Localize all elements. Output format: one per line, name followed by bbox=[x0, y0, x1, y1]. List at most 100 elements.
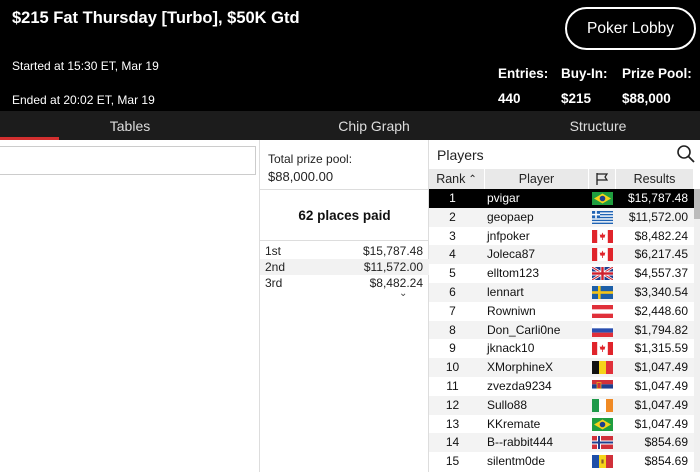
player-row[interactable]: 4 Joleca87 $6,217.45 bbox=[429, 245, 694, 265]
player-row[interactable]: 10 XMorphineX $1,047.49 bbox=[429, 358, 694, 377]
player-rank: 6 bbox=[449, 285, 456, 299]
sort-up-icon: ⌃ bbox=[468, 173, 477, 185]
tournament-header: $215 Fat Thursday [Turbo], $50K Gtd Star… bbox=[0, 0, 700, 111]
payout-amount: $11,572.00 bbox=[363, 260, 423, 274]
players-panel: Players Rank ⌃ Player Results 1 pvigar $15… bbox=[429, 140, 700, 472]
total-prize-pool-value: $88,000.00 bbox=[268, 169, 334, 184]
poker-lobby-button[interactable]: Poker Lobby bbox=[565, 7, 696, 50]
prize-pool-label: Prize Pool: bbox=[622, 66, 692, 81]
player-name: pvigar bbox=[487, 191, 520, 205]
entries-label: Entries: bbox=[498, 66, 549, 81]
divider bbox=[260, 189, 429, 190]
payout-place: 2nd bbox=[265, 260, 286, 274]
prize-pool-value: $88,000 bbox=[622, 91, 671, 106]
player-name: zvezda9234 bbox=[487, 379, 552, 393]
player-name: geopaep bbox=[487, 209, 534, 224]
buy-in-value: $215 bbox=[561, 91, 592, 106]
player-name: KKremate bbox=[487, 416, 541, 431]
prize-panel: Total prize pool: $88,000.00 62 places p… bbox=[260, 140, 429, 472]
player-rank: 5 bbox=[449, 266, 456, 281]
player-result: $11,572.00 bbox=[628, 209, 688, 224]
country-column-header[interactable] bbox=[589, 169, 616, 189]
tournament-title: $215 Fat Thursday [Turbo], $50K Gtd bbox=[12, 9, 300, 27]
player-row[interactable]: 13 KKremate $1,047.49 bbox=[429, 415, 694, 434]
canada-flag-icon bbox=[592, 248, 613, 262]
tab-tables[interactable]: Tables bbox=[0, 111, 260, 140]
greece-flag-icon bbox=[592, 210, 613, 224]
player-name: B--rabbit444 bbox=[487, 435, 554, 450]
belgium-flag-icon bbox=[592, 361, 613, 375]
sweden-flag-icon bbox=[592, 286, 613, 299]
player-result: $1,047.49 bbox=[634, 360, 688, 375]
started-time: Started at 15:30 ET, Mar 19 bbox=[12, 59, 159, 73]
player-name: Sullo88 bbox=[487, 397, 528, 412]
player-result: $1,047.49 bbox=[634, 397, 688, 412]
divider bbox=[260, 240, 429, 241]
player-rank: 12 bbox=[445, 397, 460, 412]
entries-value: 440 bbox=[498, 91, 521, 106]
player-column-header[interactable]: Player bbox=[485, 169, 589, 189]
player-rank: 9 bbox=[449, 341, 456, 356]
player-name: Don_Carli0ne bbox=[487, 322, 561, 337]
players-title: Players bbox=[437, 147, 484, 163]
player-rank: 7 bbox=[449, 303, 456, 318]
table-search-input[interactable] bbox=[0, 146, 256, 175]
norway-flag-icon bbox=[592, 436, 613, 450]
player-name: XMorphineX bbox=[487, 360, 554, 375]
player-row[interactable]: 2 geopaep $11,572.00 bbox=[429, 207, 694, 227]
rank-header-label: Rank bbox=[436, 172, 466, 186]
payout-amount: $15,787.48 bbox=[362, 244, 423, 258]
payout-row: 1st $15,787.48 bbox=[260, 243, 429, 259]
canada-flag-icon bbox=[592, 342, 613, 356]
player-row[interactable]: 7 Rowniwn $2,448.60 bbox=[429, 302, 694, 321]
player-row[interactable]: 15 silentm0de $854.69 bbox=[429, 452, 694, 471]
player-rank: 13 bbox=[445, 416, 460, 431]
moldova-flag-icon bbox=[592, 455, 613, 469]
player-row[interactable]: 1 pvigar $15,787.48 bbox=[429, 189, 694, 208]
player-rank: 1 bbox=[449, 191, 456, 205]
player-row[interactable]: 9 jknack10 $1,315.59 bbox=[429, 339, 694, 358]
places-paid: 62 places paid bbox=[298, 208, 391, 223]
player-row[interactable]: 5 elltom123 $4,557.37 bbox=[429, 264, 694, 283]
payout-place: 1st bbox=[265, 244, 282, 258]
player-row[interactable]: 11 zvezda9234 $1,047.49 bbox=[429, 377, 694, 396]
player-row[interactable]: 12 Sullo88 $1,047.49 bbox=[429, 395, 694, 415]
player-result: $6,217.45 bbox=[634, 247, 688, 262]
player-result: $1,047.49 bbox=[634, 379, 688, 393]
serbia-flag-icon bbox=[592, 380, 613, 393]
player-rank: 14 bbox=[445, 435, 460, 450]
player-result: $2,448.60 bbox=[634, 303, 688, 318]
rank-column-header[interactable]: Rank ⌃ bbox=[429, 169, 485, 189]
player-rank: 10 bbox=[445, 360, 460, 375]
ended-time: Ended at 20:02 ET, Mar 19 bbox=[12, 93, 155, 107]
player-name: elltom123 bbox=[487, 266, 540, 281]
player-result: $3,340.54 bbox=[634, 285, 688, 299]
results-column-header[interactable]: Results bbox=[616, 169, 694, 189]
player-rank: 3 bbox=[449, 228, 456, 243]
player-rank: 11 bbox=[446, 379, 459, 393]
player-result: $1,315.59 bbox=[634, 341, 688, 356]
ireland-flag-icon bbox=[592, 398, 613, 412]
tables-panel bbox=[0, 140, 260, 472]
player-name: jnfpoker bbox=[487, 228, 530, 243]
player-result: $1,047.49 bbox=[634, 416, 688, 431]
search-icon[interactable] bbox=[676, 144, 696, 164]
brazil-flag-icon bbox=[592, 192, 613, 205]
player-name: silentm0de bbox=[487, 454, 546, 469]
scrollbar-thumb[interactable] bbox=[694, 189, 700, 219]
payout-row: 2nd $11,572.00 bbox=[260, 259, 429, 275]
chevron-down-icon[interactable]: ⌄ bbox=[399, 288, 407, 299]
player-name: lennart bbox=[487, 285, 524, 299]
tab-structure[interactable]: Structure bbox=[488, 111, 700, 140]
players-scrollbar[interactable] bbox=[694, 189, 700, 472]
player-name: Rowniwn bbox=[487, 303, 536, 318]
player-rank: 4 bbox=[449, 247, 456, 262]
player-rank: 8 bbox=[449, 322, 456, 337]
payout-amount: $8,482.24 bbox=[369, 276, 423, 290]
player-row[interactable]: 14 B--rabbit444 $854.69 bbox=[429, 433, 694, 453]
player-row[interactable]: 8 Don_Carli0ne $1,794.82 bbox=[429, 320, 694, 340]
player-row[interactable]: 3 jnfpoker $8,482.24 bbox=[429, 227, 694, 246]
buy-in-label: Buy-In: bbox=[561, 66, 608, 81]
tab-chip-graph[interactable]: Chip Graph bbox=[260, 111, 488, 140]
player-row[interactable]: 6 lennart $3,340.54 bbox=[429, 283, 694, 302]
